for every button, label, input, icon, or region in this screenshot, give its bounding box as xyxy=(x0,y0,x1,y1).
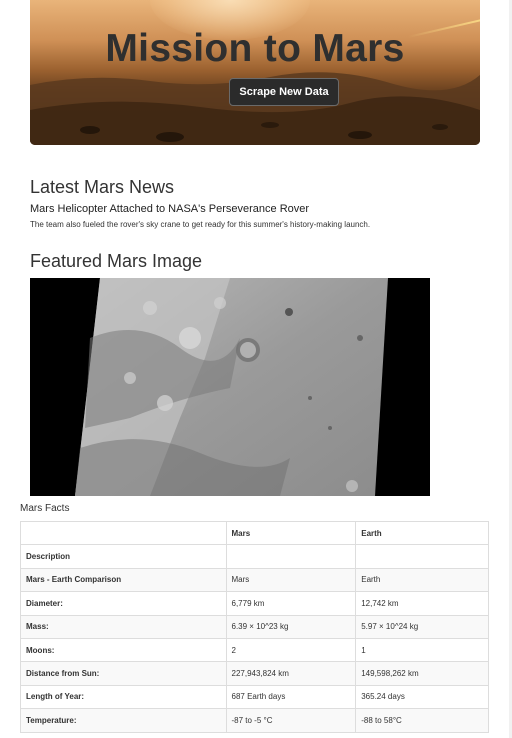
table-cell: Mars xyxy=(225,567,357,593)
table-row-header: Moons: xyxy=(20,637,227,663)
news-paragraph: The team also fueled the rover's sky cra… xyxy=(30,220,371,229)
mars-facts-label: Mars Facts xyxy=(20,503,70,514)
table-cell: 227,943,824 km xyxy=(225,661,357,686)
latest-news-heading: Latest Mars News xyxy=(30,177,175,197)
featured-mars-image[interactable] xyxy=(30,278,430,496)
table-row: Diameter: 6,779 km 12,742 km xyxy=(20,591,489,616)
table-row: Moons: 2 1 xyxy=(20,637,489,663)
table-cell: 6.39 × 10^23 kg xyxy=(225,614,357,639)
table-cell: -88 to 58°C xyxy=(355,708,489,733)
table-header-row: Mars Earth xyxy=(20,520,489,546)
table-row: Mars - Earth Comparison Mars Earth xyxy=(20,567,489,593)
table-header-cell xyxy=(20,520,227,546)
news-title: Mars Helicopter Attached to NASA's Perse… xyxy=(30,203,310,215)
table-cell: 5.97 × 10^24 kg xyxy=(355,614,489,639)
table-row: Description xyxy=(20,544,489,569)
mars-facts-table: Mars Earth Description Mars - Earth Comp… xyxy=(20,520,489,733)
table-row-header: Temperature: xyxy=(20,708,227,733)
table-cell: 6,779 km xyxy=(225,591,357,616)
table-cell: -87 to -5 °C xyxy=(225,708,357,733)
table-header-cell: Earth xyxy=(355,520,489,546)
table-cell: 149,598,262 km xyxy=(355,661,489,686)
table-cell: 365.24 days xyxy=(355,684,489,710)
table-row-header: Mass: xyxy=(20,614,227,639)
table-row: Mass: 6.39 × 10^23 kg 5.97 × 10^24 kg xyxy=(20,614,489,639)
table-header-cell: Mars xyxy=(225,520,357,546)
table-row: Length of Year: 687 Earth days 365.24 da… xyxy=(20,684,489,710)
table-cell xyxy=(225,544,357,569)
table-row-header: Length of Year: xyxy=(20,684,227,710)
featured-image-heading: Featured Mars Image xyxy=(30,251,203,271)
page-title: Mission to Mars xyxy=(105,27,405,70)
table-row-header: Distance from Sun: xyxy=(20,661,227,686)
table-row: Temperature: -87 to -5 °C -88 to 58°C xyxy=(20,708,489,733)
table-row-header: Diameter: xyxy=(20,591,227,616)
table-cell: 687 Earth days xyxy=(225,684,357,710)
table-row-header: Mars - Earth Comparison xyxy=(20,567,227,593)
scrape-new-data-button[interactable]: Scrape New Data xyxy=(229,78,339,106)
table-cell: 2 xyxy=(225,637,357,663)
table-cell xyxy=(355,544,489,569)
hero-jumbotron: Mission to Mars Scrape New Data xyxy=(30,0,480,145)
table-cell: Earth xyxy=(355,567,489,593)
table-row-header: Description xyxy=(20,544,227,569)
table-cell: 1 xyxy=(355,637,489,663)
mars-surface-image xyxy=(30,278,430,496)
table-cell: 12,742 km xyxy=(355,591,489,616)
table-row: Distance from Sun: 227,943,824 km 149,59… xyxy=(20,661,489,686)
